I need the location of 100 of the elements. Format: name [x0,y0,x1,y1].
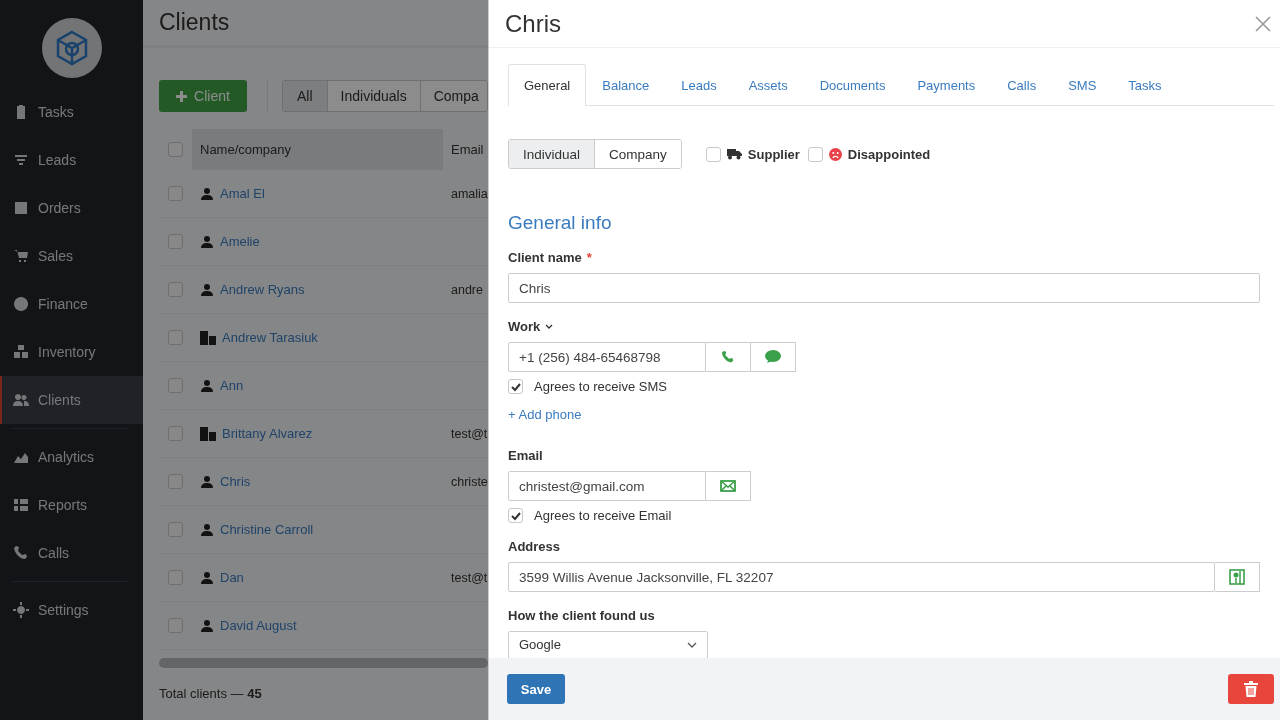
column-header[interactable]: Email [443,142,484,157]
building-icon [200,426,216,441]
person-icon [200,522,214,537]
menu-item-icon [13,392,29,408]
phone-field[interactable]: +1 (256) 484-65468798 [508,342,706,372]
sidebar-item[interactable]: Sales [0,232,143,280]
sidebar-item[interactable]: Reports [0,481,143,529]
client-link[interactable]: Andrew Ryans [220,282,305,297]
envelope-icon [720,480,736,492]
flag-label: Supplier [747,146,800,162]
row-checkbox[interactable] [168,330,183,345]
client-link[interactable]: Chris [220,474,251,489]
tab[interactable]: Leads [665,64,733,106]
tab[interactable]: Assets [732,64,804,106]
address-field[interactable]: 3599 Willis Avenue Jacksonville, FL 32207 [508,562,1215,592]
send-email-button[interactable] [706,471,751,501]
column-header[interactable]: Name/company [192,129,443,170]
person-icon [200,282,214,297]
save-button[interactable]: Save [507,674,565,704]
filter-button[interactable]: All [283,81,328,111]
person-icon [200,570,214,585]
menu-item-icon [13,545,29,561]
chevron-down-icon [687,642,697,648]
sidebar-item[interactable]: Settings [0,586,143,634]
tab[interactable]: Calls [991,64,1053,106]
client-link[interactable]: Christine Carroll [220,522,314,537]
person-icon [200,234,214,249]
row-checkbox[interactable] [168,474,183,489]
add-phone-link[interactable]: + Add phone [508,407,582,422]
delete-button[interactable] [1228,674,1274,704]
phone-type-dropdown[interactable]: Work [508,319,554,334]
sidebar-item[interactable]: Clients [0,376,143,424]
tab[interactable]: Documents [803,64,902,106]
field-label: Address [508,539,561,554]
checkbox-label: Agrees to receive Email [534,508,672,523]
trash-icon [1244,681,1258,697]
menu-item-icon [13,602,29,618]
row-checkbox[interactable] [168,570,183,585]
flag-checkbox[interactable] [705,146,721,162]
client-link[interactable]: Andrew Tarasiuk [222,330,318,345]
tab[interactable]: SMS [1052,64,1113,106]
field-label: Client name [508,250,582,265]
sad-face-icon [828,147,842,161]
menu-item-icon [13,344,29,360]
flag-checkbox[interactable] [807,146,823,162]
truck-icon [726,148,742,160]
sidebar-item[interactable]: Analytics [0,433,143,481]
add-client-button[interactable]: Client [159,80,247,112]
field-label: Email [508,448,543,463]
filter-button[interactable]: Individuals [327,81,421,111]
row-checkbox[interactable] [168,282,183,297]
tab[interactable]: Payments [901,64,992,106]
field-label: How the client found us [508,608,655,623]
table-cell-text: amalia [450,186,488,201]
row-checkbox[interactable] [168,426,183,441]
sidebar-item[interactable]: Finance [0,280,143,328]
client-link[interactable]: Brittany Alvarez [222,426,313,441]
sms-consent-checkbox[interactable] [508,379,523,394]
menu-item-icon [13,248,29,264]
client-link[interactable]: Dan [220,570,244,585]
tab[interactable]: General [508,64,587,106]
table-cell-text: andre [450,282,483,297]
sidebar-item[interactable]: Orders [0,184,143,232]
tab[interactable]: Tasks [1112,64,1178,106]
drawer-title: Chris [505,9,561,38]
email-field[interactable]: christest@gmail.com [508,471,706,501]
client-link[interactable]: Ann [220,378,244,393]
map-button[interactable] [1215,562,1260,592]
table-cell-text: test@t [450,570,488,585]
person-icon [200,474,214,489]
checkbox-label: Agrees to receive SMS [534,379,667,394]
phone-icon [721,350,735,364]
email-consent-checkbox[interactable] [508,508,523,523]
select-all-checkbox[interactable] [168,142,183,157]
sidebar-item[interactable]: Calls [0,529,143,577]
row-checkbox[interactable] [168,378,183,393]
row-checkbox[interactable] [168,618,183,633]
sidebar-item[interactable]: Tasks [0,88,143,136]
menu-item-icon [13,200,29,216]
person-icon [200,618,214,633]
client-name-field[interactable]: Chris [508,273,1260,303]
client-type-button[interactable]: Individual [509,140,596,168]
tab[interactable]: Balance [586,64,666,106]
sidebar-item[interactable]: Inventory [0,328,143,376]
row-checkbox[interactable] [168,234,183,249]
menu-item-icon [13,152,29,168]
client-link[interactable]: David August [220,618,297,633]
sidebar-item[interactable]: Leads [0,136,143,184]
plus-icon [176,90,188,102]
sms-button[interactable] [751,342,796,372]
person-icon [200,378,214,393]
call-button[interactable] [706,342,751,372]
row-checkbox[interactable] [168,522,183,537]
client-link[interactable]: Amal El [220,186,265,201]
flag-label: Disappointed [847,146,931,162]
scrollbar[interactable] [159,658,488,668]
filter-button[interactable]: Compa [420,81,487,111]
client-link[interactable]: Amelie [220,234,260,249]
row-checkbox[interactable] [168,186,183,201]
close-icon[interactable] [1255,15,1271,32]
